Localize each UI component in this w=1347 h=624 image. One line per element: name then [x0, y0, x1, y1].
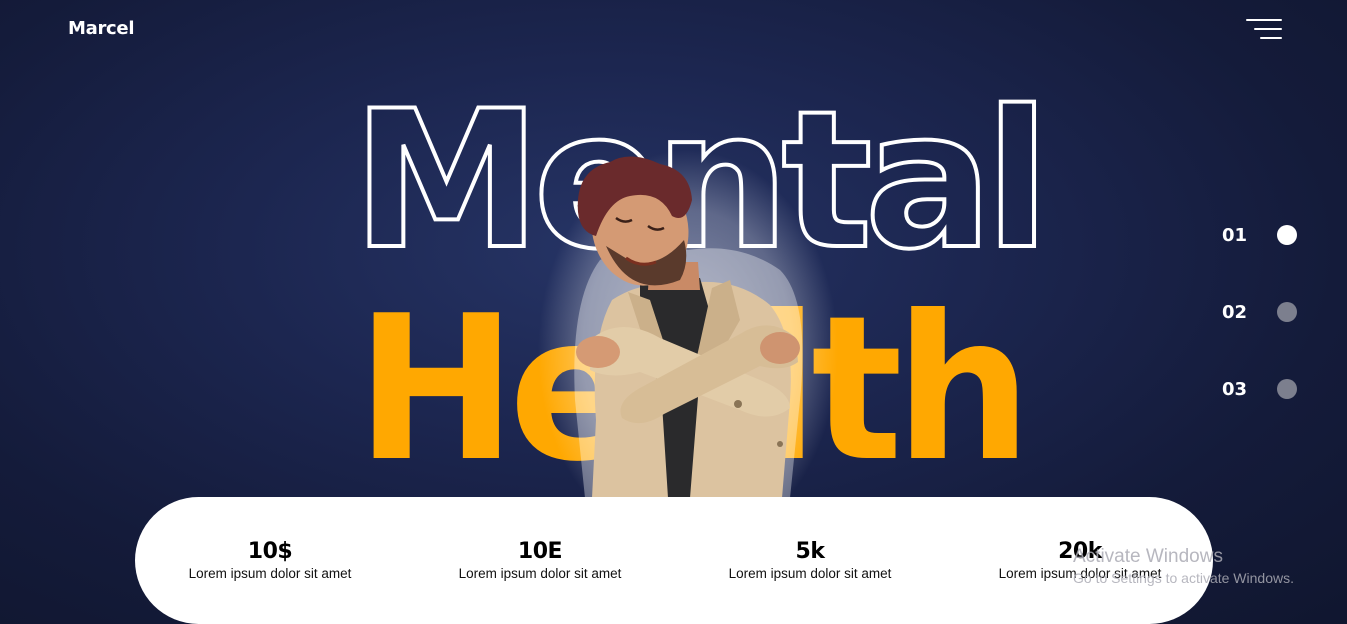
stat-label: Lorem ipsum dolor sit amet: [728, 566, 892, 581]
slide-03[interactable]: 03: [1222, 374, 1302, 404]
stat-item: 10$ Lorem ipsum dolor sit amet: [150, 539, 390, 582]
slide-dot: [1277, 225, 1297, 245]
man-hugging-himself-photo: [538, 150, 838, 550]
slide-dot: [1277, 379, 1297, 399]
stat-label: Lorem ipsum dolor sit amet: [458, 566, 622, 581]
stat-value: 10$: [247, 539, 293, 564]
stats-panel: 10$ Lorem ipsum dolor sit amet 10E Lorem…: [135, 497, 1213, 624]
slide-number: 01: [1222, 224, 1248, 246]
stat-value: 10E: [517, 539, 563, 564]
stat-item: 10E Lorem ipsum dolor sit amet: [420, 539, 660, 582]
slide-02[interactable]: 02: [1222, 297, 1302, 327]
slide-number: 03: [1222, 378, 1248, 400]
stat-value: 20k: [1058, 539, 1102, 564]
slide-number: 02: [1222, 301, 1248, 323]
stat-value: 5k: [795, 539, 825, 564]
stat-item: 5k Lorem ipsum dolor sit amet: [690, 539, 930, 582]
slide-01[interactable]: 01: [1222, 220, 1302, 250]
slide-dot: [1277, 302, 1297, 322]
stat-item: 20k Lorem ipsum dolor sit amet: [960, 539, 1200, 582]
stat-label: Lorem ipsum dolor sit amet: [188, 566, 352, 581]
stat-label: Lorem ipsum dolor sit amet: [998, 566, 1162, 581]
